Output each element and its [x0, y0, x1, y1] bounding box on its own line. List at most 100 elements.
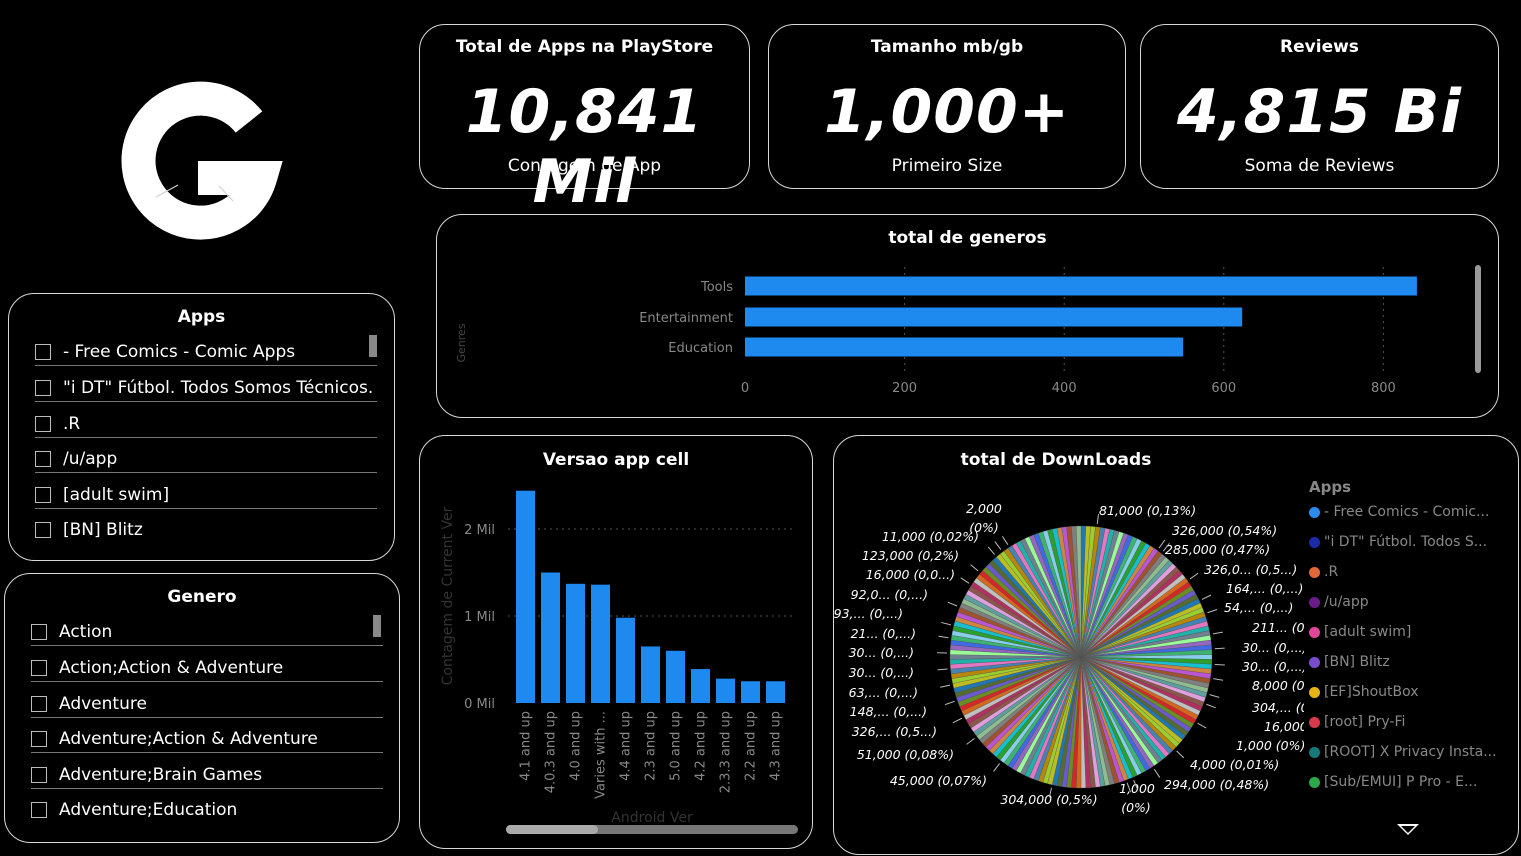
- generos-bar[interactable]: [745, 338, 1183, 357]
- genero-slicer: Genero Action Action;Action & Adventure …: [4, 573, 400, 843]
- genero-slicer-item[interactable]: Adventure;Brain Games: [31, 761, 383, 789]
- legend-color-swatch: [1309, 597, 1320, 608]
- checkbox[interactable]: [31, 731, 47, 747]
- versao-bar[interactable]: [566, 584, 585, 703]
- genero-slicer-item[interactable]: Action: [31, 618, 383, 646]
- versao-horizontal-scrollbar[interactable]: [506, 825, 798, 834]
- checkbox[interactable]: [35, 522, 51, 538]
- genero-slicer-scrollbar[interactable]: [373, 615, 381, 637]
- generos-y-axis-label: Genres: [455, 323, 468, 362]
- pie-leader-line: [1198, 723, 1207, 728]
- pie-data-label: 51,000 (0,08%): [857, 747, 954, 762]
- pie-data-label: 92,0... (0,...): [851, 587, 928, 602]
- checkbox[interactable]: [35, 380, 51, 396]
- versao-bar[interactable]: [591, 585, 610, 703]
- checkbox[interactable]: [31, 624, 47, 640]
- legend-color-swatch: [1309, 747, 1320, 758]
- versao-bar[interactable]: [666, 651, 685, 703]
- checkbox[interactable]: [35, 344, 51, 360]
- apps-slicer-item[interactable]: [BN] Blitz: [35, 516, 377, 544]
- legend-item[interactable]: "i DT" Fútbol. Todos S...: [1309, 534, 1487, 550]
- legend-item[interactable]: [BN] Blitz: [1309, 654, 1390, 670]
- pie-data-label: 2,000: [966, 501, 1002, 516]
- pie-data-label: 326,000 (0,54%): [1172, 523, 1277, 538]
- generos-chart-scrollbar[interactable]: [1475, 265, 1481, 373]
- checkbox[interactable]: [31, 696, 47, 712]
- pie-leader-line: [945, 701, 954, 704]
- kpi-subtitle: Contagem de App: [420, 156, 749, 176]
- legend-label: [adult swim]: [1324, 624, 1411, 640]
- versao-bar[interactable]: [641, 646, 660, 703]
- apps-slicer-item[interactable]: .R: [35, 410, 377, 438]
- versao-category-label: Varies with ...: [594, 711, 609, 799]
- versao-bar[interactable]: [541, 573, 560, 704]
- pie-data-label: 93,... (0,...): [834, 606, 903, 621]
- apps-slicer-scrollbar[interactable]: [369, 335, 377, 357]
- downloads-chart-card: total de DownLoads 81,000 (0,13%)326,000…: [833, 435, 1519, 855]
- legend-item[interactable]: - Free Comics - Comic...: [1309, 504, 1489, 520]
- checkbox[interactable]: [31, 802, 47, 818]
- legend-scroll-down-icon[interactable]: [1397, 824, 1419, 835]
- pie-data-label: 30... (0,...): [849, 665, 914, 680]
- pie-leader-line: [994, 763, 1000, 771]
- kpi-card-total-apps: Total de Apps na PlayStore 10,841 Mil Co…: [419, 24, 750, 189]
- legend-label: [root] Pry-Fi: [1324, 714, 1405, 730]
- genero-slicer-item[interactable]: Action;Action & Adventure: [31, 654, 383, 682]
- generos-bar[interactable]: [745, 277, 1417, 296]
- apps-slicer-item[interactable]: "i DT" Fútbol. Todos Somos Técnicos.: [35, 374, 377, 402]
- legend-item[interactable]: .R: [1309, 564, 1338, 580]
- generos-bar[interactable]: [745, 308, 1242, 327]
- generos-chart: Genres 0200400600800ToolsEntertainmentEd…: [437, 215, 1497, 415]
- generos-x-tick: 400: [1052, 381, 1077, 396]
- item-label: Adventure: [59, 694, 147, 714]
- item-label: [adult swim]: [63, 485, 169, 505]
- pie-leader-line: [971, 565, 979, 571]
- pie-leader-line: [1154, 769, 1159, 777]
- kpi-value: 1,000+: [769, 77, 1125, 147]
- checkbox[interactable]: [35, 416, 51, 432]
- legend-item[interactable]: [Sub/EMUI] P Pro - E...: [1309, 774, 1477, 790]
- pie-leader-line: [941, 622, 951, 624]
- item-label: Adventure;Action & Adventure: [59, 729, 318, 749]
- pie-leader-line: [938, 669, 948, 670]
- genero-slicer-item[interactable]: Adventure;Action & Adventure: [31, 725, 383, 753]
- checkbox[interactable]: [35, 451, 51, 467]
- versao-scrollbar-thumb[interactable]: [506, 825, 598, 834]
- versao-bar[interactable]: [616, 618, 635, 703]
- legend-item[interactable]: [root] Pry-Fi: [1309, 714, 1405, 730]
- versao-chart: Contagem de Current Ver Android Ver 0 Mi…: [420, 436, 814, 846]
- legend-item[interactable]: /u/app: [1309, 594, 1369, 610]
- kpi-value: 10,841 Mil: [420, 77, 749, 217]
- pie-data-label: 63,... (0,...): [849, 685, 918, 700]
- generos-x-tick: 600: [1211, 381, 1236, 396]
- versao-bar[interactable]: [766, 681, 785, 703]
- genero-slicer-item[interactable]: Adventure: [31, 690, 383, 718]
- legend-color-swatch: [1309, 567, 1320, 578]
- checkbox[interactable]: [31, 767, 47, 783]
- apps-slicer-item[interactable]: - Free Comics - Comic Apps: [35, 338, 377, 366]
- versao-y-axis-label: Contagem de Current Ver: [440, 506, 456, 685]
- pie-data-label: 304,... (0,...): [1252, 700, 1304, 715]
- versao-category-label: 4.3 and up: [769, 711, 784, 781]
- pie-data-label: 81,000 (0,13%): [1099, 503, 1196, 518]
- pie-data-label: 294,000 (0,48%): [1164, 777, 1269, 792]
- kpi-value: 4,815 Bi: [1141, 77, 1498, 147]
- legend-item[interactable]: [ROOT] X Privacy Insta...: [1309, 744, 1497, 760]
- legend-item[interactable]: [adult swim]: [1309, 624, 1411, 640]
- checkbox[interactable]: [31, 660, 47, 676]
- apps-slicer-title: Apps: [9, 307, 394, 327]
- versao-bar[interactable]: [516, 491, 535, 703]
- genero-slicer-item[interactable]: Adventure;Education: [31, 796, 383, 824]
- apps-slicer-item[interactable]: /u/app: [35, 445, 377, 473]
- versao-bar[interactable]: [716, 679, 735, 703]
- pie-data-label: 45,000 (0,07%): [890, 773, 987, 788]
- versao-bar[interactable]: [741, 681, 760, 703]
- legend-label: - Free Comics - Comic...: [1324, 504, 1489, 520]
- legend-color-swatch: [1309, 717, 1320, 728]
- checkbox[interactable]: [35, 487, 51, 503]
- legend-item[interactable]: [EF]ShoutBox: [1309, 684, 1419, 700]
- apps-slicer-item[interactable]: [adult swim]: [35, 481, 377, 509]
- item-label: - Free Comics - Comic Apps: [63, 342, 295, 362]
- pie-leader-line: [1215, 664, 1225, 665]
- versao-bar[interactable]: [691, 669, 710, 703]
